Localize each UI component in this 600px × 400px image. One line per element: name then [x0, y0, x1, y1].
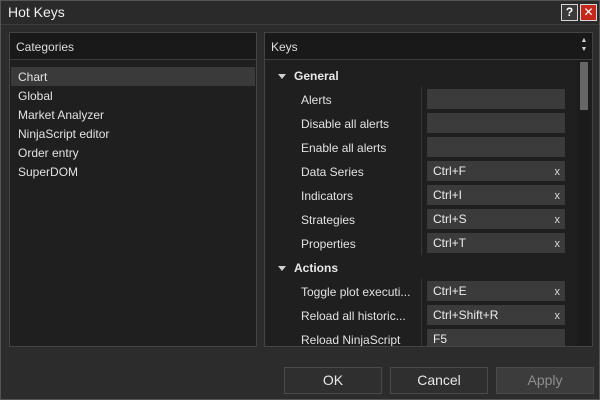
hot-keys-window: Hot Keys ? ✕ Categories Chart Global Mar…: [0, 0, 600, 400]
category-item-order-entry[interactable]: Order entry: [11, 143, 255, 162]
category-item-superdom[interactable]: SuperDOM: [11, 162, 255, 181]
hotkey-name: Data Series: [301, 165, 364, 179]
keys-panel: Keys ▲ ▼ General Alerts Disable all alert…: [264, 32, 593, 347]
column-divider: [421, 279, 422, 303]
hotkey-name: Enable all alerts: [301, 141, 387, 155]
hotkey-name: Indicators: [301, 189, 354, 203]
clear-hotkey-button[interactable]: x: [555, 214, 561, 226]
apply-button[interactable]: Apply: [496, 367, 594, 394]
column-divider: [421, 87, 422, 111]
group-header-general[interactable]: General: [266, 63, 577, 87]
hotkey-value: Ctrl+I: [433, 188, 463, 202]
hotkey-field[interactable]: Ctrl+I x: [427, 185, 565, 205]
hotkey-field[interactable]: Ctrl+F x: [427, 161, 565, 181]
window-title: Hot Keys: [8, 4, 65, 20]
hotkey-row[interactable]: Toggle plot executi... Ctrl+E x: [266, 279, 577, 303]
clear-hotkey-button[interactable]: x: [555, 238, 561, 250]
keys-scrollbar[interactable]: [577, 61, 591, 346]
hotkey-value: Ctrl+E: [433, 284, 467, 298]
column-divider: [421, 159, 422, 183]
column-divider: [421, 303, 422, 327]
categories-header: Categories: [10, 33, 256, 60]
hotkey-field[interactable]: [427, 113, 565, 133]
categories-list: Chart Global Market Analyzer NinjaScript…: [11, 67, 255, 181]
hotkey-field[interactable]: [427, 89, 565, 109]
keys-grid: General Alerts Disable all alerts Enable…: [266, 63, 577, 346]
hotkey-field[interactable]: F5: [427, 329, 565, 346]
column-divider: [421, 135, 422, 159]
help-button[interactable]: ?: [561, 4, 578, 21]
sort-arrows-icon[interactable]: ▲ ▼: [579, 36, 589, 54]
hotkey-name: Strategies: [301, 213, 356, 227]
hotkey-field[interactable]: Ctrl+E x: [427, 281, 565, 301]
caret-down-icon: [278, 266, 286, 272]
clear-hotkey-button[interactable]: x: [555, 166, 561, 178]
hotkey-name: Alerts: [301, 93, 332, 107]
hotkey-row[interactable]: Enable all alerts: [266, 135, 577, 159]
hotkey-row[interactable]: Properties Ctrl+T x: [266, 231, 577, 255]
hotkey-row[interactable]: Reload NinjaScript F5: [266, 327, 577, 346]
hotkey-value: Ctrl+T: [433, 236, 466, 250]
column-divider: [421, 231, 422, 255]
clear-hotkey-button[interactable]: x: [555, 286, 561, 298]
caret-down-icon: [278, 74, 286, 80]
hotkey-name: Reload NinjaScript: [301, 333, 401, 346]
hotkey-name: Properties: [301, 237, 356, 251]
hotkey-row[interactable]: Alerts: [266, 87, 577, 111]
hotkey-row[interactable]: Disable all alerts: [266, 111, 577, 135]
category-item-chart[interactable]: Chart: [11, 67, 255, 86]
hotkey-field[interactable]: Ctrl+Shift+R x: [427, 305, 565, 325]
keys-header: Keys ▲ ▼: [265, 33, 592, 60]
category-item-ninjascript-editor[interactable]: NinjaScript editor: [11, 124, 255, 143]
hotkey-value: F5: [433, 332, 448, 346]
categories-panel: Categories Chart Global Market Analyzer …: [9, 32, 257, 347]
ok-button[interactable]: OK: [284, 367, 382, 394]
category-item-global[interactable]: Global: [11, 86, 255, 105]
group-label: General: [294, 69, 339, 83]
hotkey-name: Toggle plot executi...: [301, 285, 411, 299]
category-item-market-analyzer[interactable]: Market Analyzer: [11, 105, 255, 124]
group-label: Actions: [294, 261, 339, 275]
hotkey-name: Disable all alerts: [301, 117, 390, 131]
hotkey-value: Ctrl+F: [433, 164, 466, 178]
keys-header-label: Keys: [271, 40, 298, 54]
column-divider: [421, 207, 422, 231]
hotkey-value: Ctrl+S: [433, 212, 467, 226]
hotkey-field[interactable]: Ctrl+S x: [427, 209, 565, 229]
hotkey-value: Ctrl+Shift+R: [433, 308, 499, 322]
hotkey-field[interactable]: [427, 137, 565, 157]
column-divider: [421, 111, 422, 135]
hotkey-row[interactable]: Indicators Ctrl+I x: [266, 183, 577, 207]
column-divider: [421, 327, 422, 346]
hotkey-row[interactable]: Reload all historic... Ctrl+Shift+R x: [266, 303, 577, 327]
hotkey-row[interactable]: Data Series Ctrl+F x: [266, 159, 577, 183]
title-bar[interactable]: Hot Keys ? ✕: [1, 1, 599, 25]
clear-hotkey-button[interactable]: x: [555, 190, 561, 202]
group-header-actions[interactable]: Actions: [266, 255, 577, 279]
hotkey-name: Reload all historic...: [301, 309, 406, 323]
cancel-button[interactable]: Cancel: [390, 367, 488, 394]
hotkey-field[interactable]: Ctrl+T x: [427, 233, 565, 253]
column-divider: [421, 183, 422, 207]
close-button[interactable]: ✕: [580, 4, 597, 21]
scrollbar-thumb[interactable]: [580, 62, 588, 110]
hotkey-row[interactable]: Strategies Ctrl+S x: [266, 207, 577, 231]
clear-hotkey-button[interactable]: x: [555, 310, 561, 322]
